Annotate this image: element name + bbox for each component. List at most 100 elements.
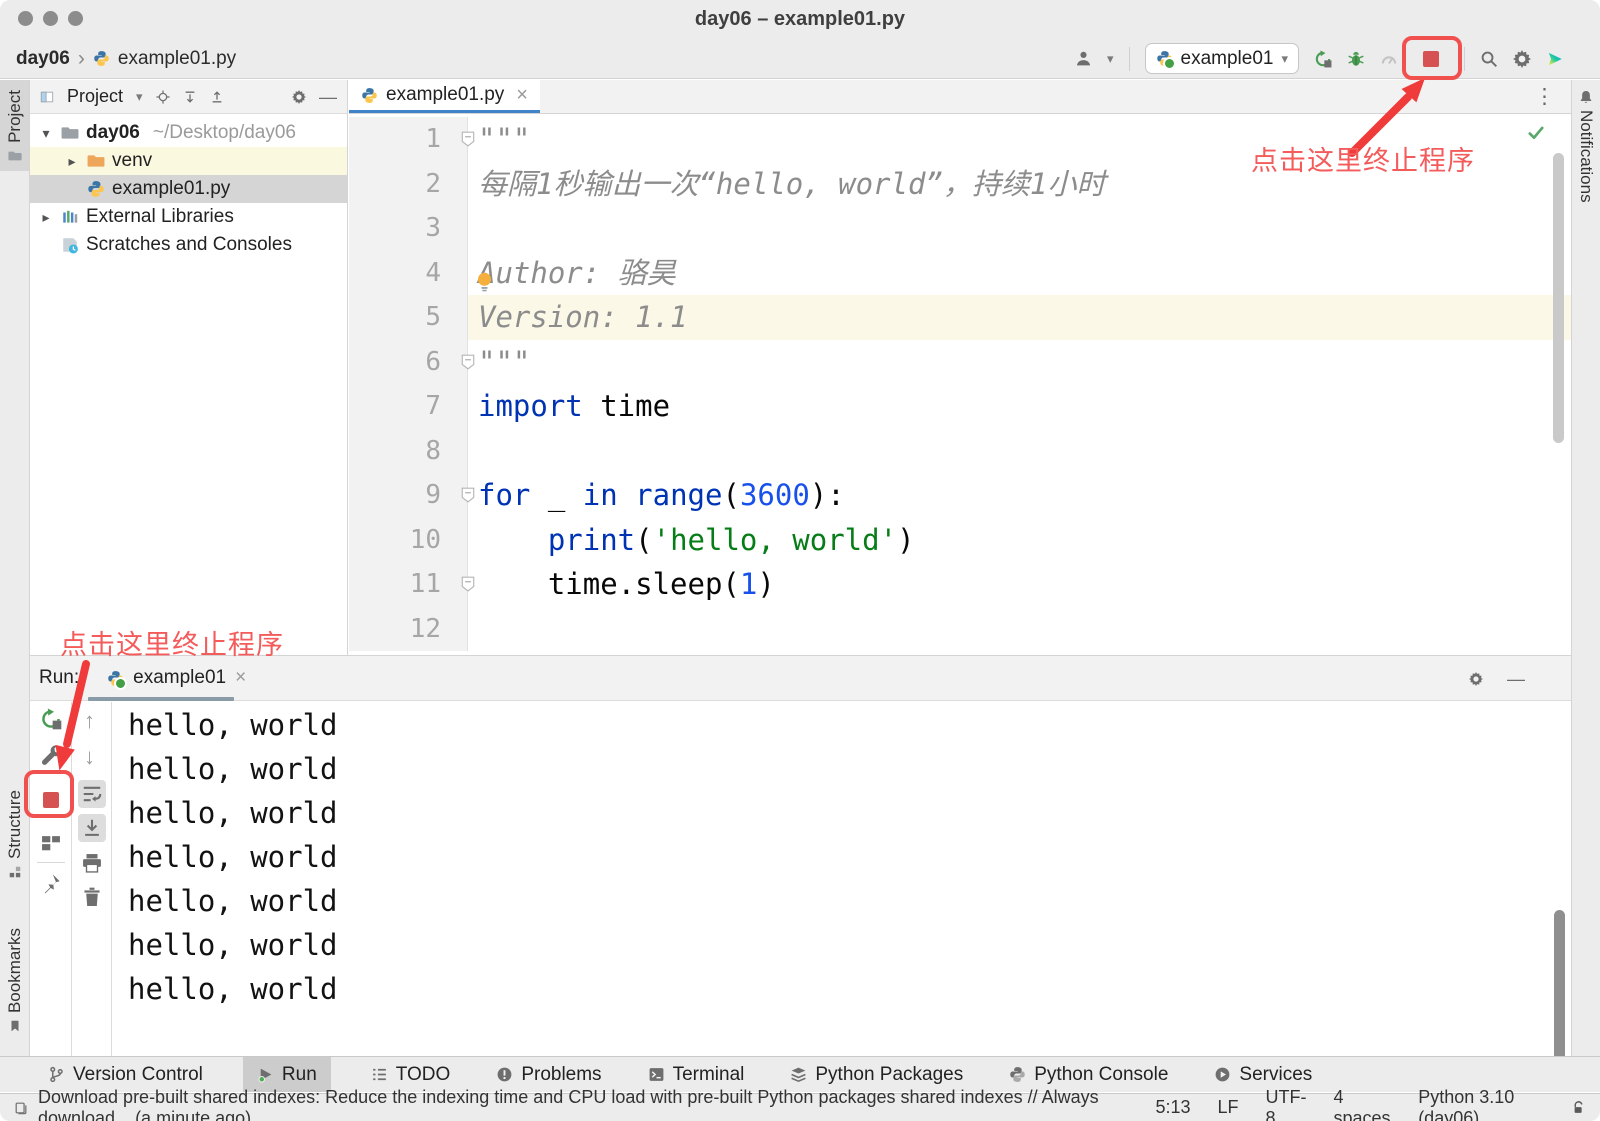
soft-wrap-toggle-icon[interactable] xyxy=(78,780,106,808)
collapse-all-icon[interactable] xyxy=(210,90,224,104)
restore-layout-icon[interactable] xyxy=(40,832,62,854)
project-panel-header: Project ▾ — xyxy=(30,80,347,114)
code-line-7[interactable]: 7 import time xyxy=(349,384,1571,429)
python-console-icon xyxy=(1009,1066,1026,1083)
run-settings-wrench-icon[interactable] xyxy=(40,744,62,766)
code-line-8[interactable]: 8 xyxy=(349,428,1571,473)
tree-row-day06[interactable]: ▾ day06 ~/Desktop/day06 xyxy=(30,119,347,147)
fold-marker-icon[interactable] xyxy=(461,354,475,370)
breadcrumb-separator-icon: › xyxy=(77,46,85,70)
locate-file-icon[interactable] xyxy=(156,89,170,104)
fold-marker-icon[interactable] xyxy=(461,131,475,147)
print-console-icon[interactable] xyxy=(81,852,103,874)
user-dropdown-icon[interactable]: ▾ xyxy=(1107,51,1114,67)
console-output[interactable]: hello, world hello, world hello, world hell… xyxy=(112,702,1571,1056)
tree-path-suffix: ~/Desktop/day06 xyxy=(152,122,296,143)
up-stacktrace-icon[interactable]: ↑ xyxy=(84,710,95,732)
status-message[interactable]: Download pre-built shared indexes: Reduc… xyxy=(38,1087,1155,1121)
unlocked-lock-icon[interactable] xyxy=(1572,1100,1586,1115)
console-output-line: hello, world xyxy=(128,796,338,830)
line-number: 4 xyxy=(349,250,467,295)
intention-bulb-icon[interactable] xyxy=(475,271,494,292)
toolwindow-tab-label: Services xyxy=(1239,1063,1313,1085)
status-widget[interactable]: 4 spaces xyxy=(1333,1087,1391,1121)
status-widget[interactable]: UTF-8 xyxy=(1266,1087,1307,1121)
code-line-6[interactable]: 6 """ xyxy=(349,339,1571,384)
fold-marker-icon[interactable] xyxy=(461,487,475,503)
tree-chevron-icon[interactable]: ▸ xyxy=(64,153,80,170)
clear-console-icon[interactable] xyxy=(81,886,103,908)
editor-body[interactable]: 1 """ 2 每隔1秒输出一次“hello, world”，持续1小时 3 4 Autho… xyxy=(349,115,1571,655)
main-toolbar: day06 › example01.py ▾ example01 ▾ xyxy=(0,38,1600,79)
run-tab-label: example01 xyxy=(133,667,227,688)
debug-button[interactable] xyxy=(1347,50,1365,68)
stripe-tab-notifications[interactable]: Notifications xyxy=(1572,80,1600,211)
status-widget[interactable]: Python 3.10 (day06) xyxy=(1418,1087,1548,1121)
editor-tab-example01[interactable]: example01.py × xyxy=(349,80,540,113)
stripe-tab-bookmarks[interactable]: Bookmarks xyxy=(0,918,29,1041)
token-kw: import xyxy=(478,389,583,423)
close-tab-icon[interactable]: × xyxy=(516,84,528,107)
status-widget[interactable]: LF xyxy=(1217,1097,1238,1118)
run-button[interactable] xyxy=(1314,49,1332,68)
tree-label: External Libraries xyxy=(86,206,234,227)
code-line-4[interactable]: 4 Author: 骆昊 xyxy=(349,250,1571,295)
bookmarks-stripe-icon xyxy=(8,1019,22,1033)
ide-plugin-icon[interactable] xyxy=(1546,50,1564,68)
toolbar-divider xyxy=(1128,46,1130,71)
hide-panel-icon[interactable]: — xyxy=(319,88,337,106)
code-line-9[interactable]: 9 for _ in range(3600): xyxy=(349,473,1571,518)
expand-all-icon[interactable] xyxy=(183,90,197,104)
close-run-tab-icon[interactable]: × xyxy=(235,667,246,689)
code-line-12[interactable]: 12 xyxy=(349,606,1571,651)
rerun-button[interactable] xyxy=(40,708,62,730)
search-everywhere-icon[interactable] xyxy=(1480,50,1498,68)
code-text: time.sleep(1) xyxy=(473,562,1571,607)
code-line-5[interactable]: 5 Version: 1.1 xyxy=(349,295,1571,340)
run-configuration-selector[interactable]: example01 ▾ xyxy=(1144,43,1299,74)
breadcrumb-file[interactable]: example01.py xyxy=(118,48,236,70)
breadcrumb-project[interactable]: day06 xyxy=(16,48,70,70)
line-number: 1 xyxy=(349,117,467,162)
tree-row-venv[interactable]: ▸ venv xyxy=(30,147,347,175)
code-line-11[interactable]: 11 time.sleep(1) xyxy=(349,562,1571,607)
editor-scrollbar[interactable] xyxy=(1553,153,1564,443)
project-options-gear-icon[interactable] xyxy=(292,89,306,104)
fold-marker-icon[interactable] xyxy=(461,576,475,592)
toolwindow-tab-label: TODO xyxy=(395,1063,451,1085)
code-line-3[interactable]: 3 xyxy=(349,206,1571,251)
tree-row-external-libraries[interactable]: ▸ External Libraries xyxy=(30,203,347,231)
profiler-button[interactable] xyxy=(1380,50,1398,68)
code-content: 1 """ 2 每隔1秒输出一次“hello, world”，持续1小时 3 4 Autho… xyxy=(349,115,1571,651)
project-view-dropdown-icon[interactable]: ▾ xyxy=(136,89,143,105)
project-tree: ▾ day06 ~/Desktop/day06 ▸ venv example01.py ▸ E… xyxy=(30,114,347,259)
token-pl: _ xyxy=(530,478,583,512)
code-line-10[interactable]: 10 print('hello, world') xyxy=(349,517,1571,562)
tree-chevron-icon[interactable]: ▸ xyxy=(38,209,54,226)
run-config-dropdown-icon: ▾ xyxy=(1281,50,1288,66)
hide-run-panel-icon[interactable]: — xyxy=(1507,670,1525,688)
status-widget[interactable]: 5:13 xyxy=(1155,1097,1190,1118)
scroll-to-end-toggle-icon[interactable] xyxy=(78,814,106,842)
pin-tab-icon[interactable] xyxy=(40,872,62,894)
editor-kebab-menu-icon[interactable]: ⋮ xyxy=(1534,84,1555,109)
settings-gear-icon[interactable] xyxy=(1513,49,1531,68)
token-kw: range xyxy=(635,478,723,512)
tree-chevron-icon[interactable]: ▾ xyxy=(38,125,54,142)
project-panel-title[interactable]: Project xyxy=(67,86,123,107)
stripe-tab-project[interactable]: Project xyxy=(0,80,29,171)
console-output-line: hello, world xyxy=(128,840,338,874)
user-icon[interactable] xyxy=(1075,50,1092,67)
packages-icon xyxy=(790,1066,807,1083)
tree-row-scratches-and-consoles[interactable]: Scratches and Consoles xyxy=(30,231,347,259)
tree-row-example01-py[interactable]: example01.py xyxy=(30,175,347,203)
down-stacktrace-icon[interactable]: ↓ xyxy=(84,746,95,768)
folder-gray-icon xyxy=(61,124,79,142)
toolwindow-tab-label: Terminal xyxy=(672,1063,745,1085)
line-number: 11 xyxy=(349,562,467,607)
run-options-gear-icon[interactable] xyxy=(1469,671,1483,686)
console-output-line: hello, world xyxy=(128,708,338,742)
shared-indexes-icon[interactable] xyxy=(14,1101,28,1115)
run-tab-example01[interactable]: example01 × xyxy=(107,667,246,690)
